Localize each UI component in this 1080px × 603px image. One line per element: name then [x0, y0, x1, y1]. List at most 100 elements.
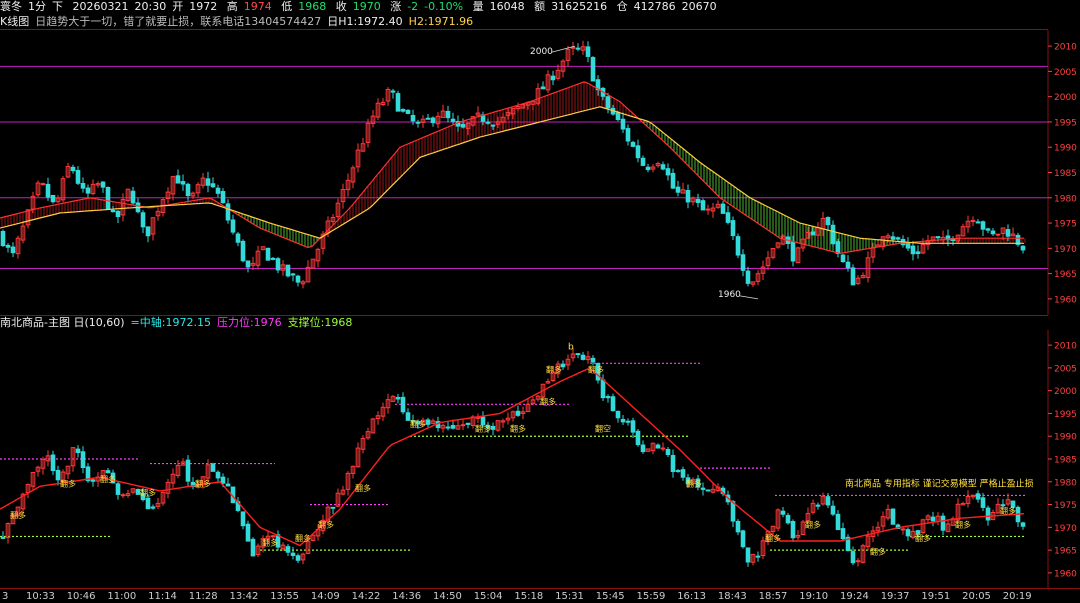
- candle-body: [150, 506, 156, 509]
- open-label: 开: [172, 0, 184, 13]
- candle-body: [400, 396, 406, 413]
- symbol-name[interactable]: 寰冬: [0, 0, 22, 13]
- time-tick-label: 10:33: [26, 591, 55, 602]
- candle-body: [50, 454, 56, 472]
- candle-body: [830, 505, 836, 515]
- candle-body: [285, 546, 291, 553]
- time-tick-label: 15:04: [473, 591, 503, 602]
- change-value: -2: [407, 0, 419, 13]
- price-tick-label: 1965: [1054, 547, 1077, 557]
- open-value: 1972: [189, 0, 218, 13]
- signal-label: 翻多: [140, 487, 156, 497]
- candle-body: [615, 112, 621, 120]
- candle-body: [80, 182, 86, 189]
- candle-body: [580, 354, 586, 360]
- candle-body: [850, 267, 856, 286]
- signal-label: 翻多: [410, 419, 426, 429]
- candle-body: [995, 233, 1001, 236]
- candle-body: [0, 536, 6, 539]
- candle-body: [835, 513, 841, 531]
- signal-label: 翻多: [686, 478, 702, 488]
- candle-body: [575, 353, 581, 356]
- candle-body: [235, 233, 241, 243]
- candle-body: [145, 226, 151, 237]
- candle-body: [640, 444, 646, 453]
- candle-body: [600, 379, 606, 399]
- kline-name[interactable]: K线图: [0, 15, 29, 28]
- candle-body: [265, 247, 271, 261]
- price-tick-label: 2005: [1054, 364, 1077, 374]
- candle-body: [635, 430, 641, 446]
- time-tick-label: 18:43: [717, 591, 747, 602]
- sub-indicator-chart[interactable]: 1960 1965 1970 1975 1980 1985 1990 1995 2000 2005…: [0, 330, 1080, 588]
- candle-body: [540, 86, 546, 90]
- candle-body: [905, 242, 911, 249]
- candle-body: [835, 241, 841, 254]
- candle-body: [985, 507, 991, 521]
- candle-body: [620, 118, 626, 130]
- candle-body: [515, 410, 521, 416]
- candle-body: [660, 164, 666, 170]
- candle-body: [390, 90, 396, 93]
- sub-indicator-name[interactable]: 南北商品-主图 日(10,60): [0, 316, 125, 329]
- candle-body: [735, 236, 741, 256]
- price-tick-label: 1965: [1054, 270, 1077, 280]
- candle-body: [705, 208, 711, 211]
- candle-body: [290, 552, 296, 556]
- quote-header: 寰冬 1分下 20260321 20:30 开 1972 高 1974 低 1968 收 19…: [0, 0, 1080, 14]
- candle-body: [105, 187, 111, 210]
- close-value: 1970: [352, 0, 381, 13]
- candle-body: [220, 476, 226, 484]
- candle-body: [100, 181, 106, 188]
- price-annotation: 1960: [718, 290, 741, 300]
- candle-body: [45, 183, 51, 198]
- candle-body: [745, 547, 751, 563]
- candle-body: [905, 529, 911, 537]
- time-tick-label: 20:19: [1002, 591, 1032, 602]
- candle-body: [980, 221, 986, 230]
- candle-body: [210, 183, 216, 188]
- time-tick-label: 14:22: [351, 591, 381, 602]
- main-kline-chart[interactable]: 1960 1965 1970 1975 1980 1985 1990 1995 2000 2005…: [0, 30, 1080, 315]
- signal-label: 翻多: [10, 510, 26, 520]
- price-annotation: 2000: [530, 47, 553, 57]
- candle-body: [90, 479, 96, 482]
- candle-body: [215, 187, 221, 194]
- candle-body: [590, 357, 596, 363]
- price-tick-label: 1960: [1054, 295, 1077, 305]
- candle-body: [825, 217, 831, 226]
- candle-body: [840, 254, 846, 263]
- signal-label: 翻空: [595, 424, 611, 434]
- time-tick-label: 10:46: [66, 591, 96, 602]
- change-pct: -0.10%: [424, 0, 464, 13]
- candle-body: [105, 470, 111, 474]
- candle-body: [645, 166, 651, 171]
- candle-body: [245, 260, 251, 268]
- price-tick-label: 2000: [1054, 93, 1077, 103]
- price-tick-label: 1975: [1054, 501, 1077, 511]
- candle-body: [975, 493, 981, 500]
- signal-label: 翻多: [60, 478, 76, 488]
- candle-body: [405, 109, 411, 114]
- candle-body: [790, 241, 796, 262]
- price-tick-label: 2010: [1054, 43, 1077, 53]
- candle-body: [425, 117, 431, 120]
- signal-label: 翻多: [955, 519, 971, 529]
- period-label[interactable]: 1分: [28, 0, 46, 13]
- candle-body: [625, 128, 631, 142]
- candle-body: [675, 470, 681, 473]
- time-tick-label: 14:50: [433, 591, 462, 602]
- signal-label: 翻多: [100, 474, 116, 484]
- candle-body: [740, 254, 746, 271]
- candle-body: [980, 497, 986, 508]
- time-tick-label: 20:05: [962, 591, 991, 602]
- kline-indicator-line: K线图 日趋势大于一切，错了就要止损，联系电话13404574427 日H1:197…: [0, 15, 1080, 29]
- candle-body: [425, 419, 431, 425]
- candle-body: [605, 396, 611, 399]
- signal-label: 翻多: [870, 547, 886, 557]
- candle-body: [85, 187, 91, 194]
- time-tick-label: 11:14: [148, 591, 177, 602]
- time-tick-label: 13:42: [229, 591, 259, 602]
- price-tick-label: 2005: [1054, 68, 1077, 78]
- candle-body: [620, 418, 626, 423]
